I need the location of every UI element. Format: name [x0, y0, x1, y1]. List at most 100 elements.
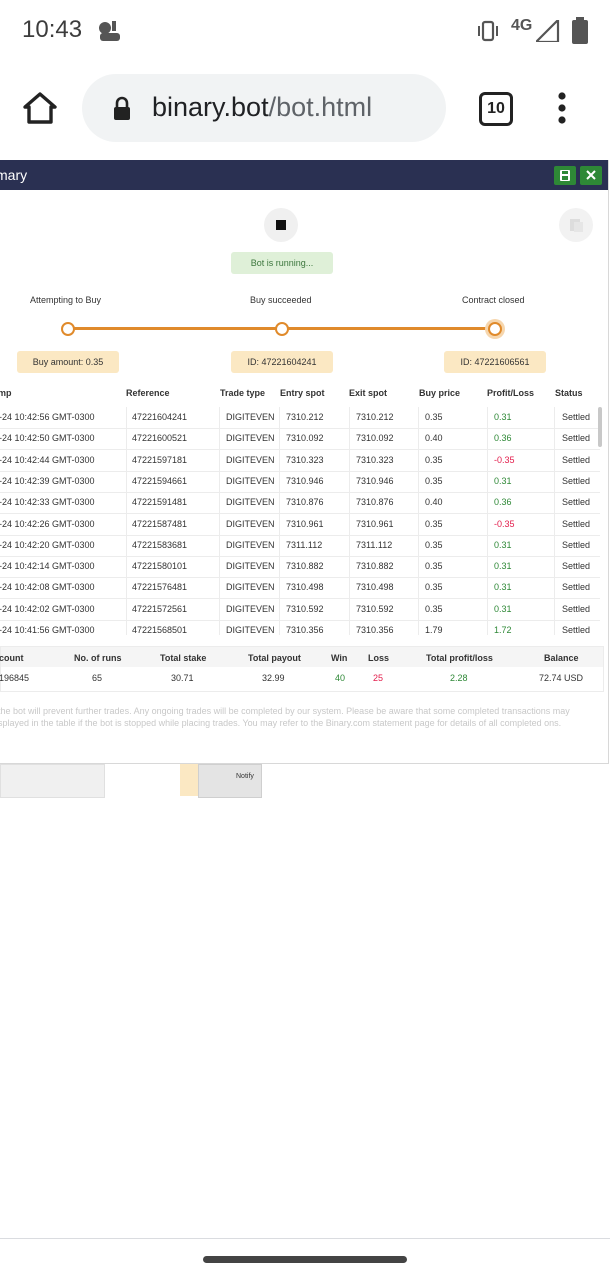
stats-win: 40 — [335, 673, 346, 683]
workspace-block — [0, 764, 105, 798]
cell-trade-type: DIGITEVEN — [226, 539, 275, 550]
cell-time: 5-24 10:42:56 GMT-0300 — [0, 412, 95, 422]
cell-divider — [418, 449, 419, 471]
cell-divider — [554, 407, 555, 428]
network-type: 4G — [511, 17, 533, 34]
cell-trade-type: DIGITEVEN — [226, 454, 275, 465]
nav-divider — [0, 1238, 610, 1239]
cell-divider — [279, 470, 280, 492]
cell-profit-loss: 0.31 — [494, 412, 512, 422]
cell-divider — [487, 577, 488, 599]
url-text[interactable]: binary.bot/bot.html — [152, 92, 372, 123]
vibrate-icon — [478, 20, 498, 42]
cell-divider — [126, 492, 127, 514]
cell-divider — [126, 428, 127, 450]
cell-buy-price: 0.35 — [425, 475, 443, 486]
tabs-icon[interactable]: 10 — [479, 92, 513, 126]
cell-divider — [349, 428, 350, 450]
stats-header: count No. of runs Total stake Total payo… — [0, 647, 603, 667]
cell-time: 5-24 10:42:50 GMT-0300 — [0, 433, 95, 444]
cell-divider — [126, 407, 127, 428]
cell-time: 5-24 10:42:26 GMT-0300 — [0, 518, 95, 529]
gesture-home-bar[interactable] — [203, 1256, 407, 1263]
cell-status: Settled — [562, 561, 591, 572]
cell-divider — [487, 620, 488, 635]
cell-divider — [219, 513, 220, 535]
cell-divider — [554, 428, 555, 450]
stats-row: 196845 65 30.71 32.99 40 25 2.28 72.74 U… — [0, 667, 603, 691]
cell-entry-spot: 7310.882 — [286, 561, 324, 572]
col-reference: Reference — [126, 388, 170, 398]
cell-buy-price: 0.35 — [425, 582, 443, 593]
cell-divider — [126, 598, 127, 620]
home-icon[interactable] — [22, 90, 58, 126]
close-button[interactable] — [580, 166, 602, 185]
cell-time: 5-24 10:41:56 GMT-0300 — [0, 625, 95, 635]
cell-buy-price: 0.35 — [425, 561, 443, 572]
cell-reference: 47221587481 — [132, 518, 188, 529]
more-icon[interactable] — [556, 92, 568, 124]
cell-divider — [487, 513, 488, 535]
cell-buy-price: 0.35 — [425, 539, 443, 550]
cell-trade-type: DIGITEVEN — [226, 518, 275, 529]
cell-divider — [554, 492, 555, 514]
cell-divider — [418, 598, 419, 620]
cell-divider — [279, 449, 280, 471]
cell-exit-spot: 7310.882 — [356, 561, 394, 572]
disclaimer-text: the bot will prevent further trades. Any… — [0, 706, 570, 728]
cell-divider — [279, 620, 280, 635]
cell-entry-spot: 7310.092 — [286, 433, 324, 444]
trades-table-body[interactable]: 5-24 10:42:56 GMT-0300 47221604241 DIGITEV… — [0, 407, 604, 635]
cell-reference: 47221580101 — [132, 561, 188, 572]
scrollbar[interactable] — [598, 407, 602, 447]
cell-divider — [349, 577, 350, 599]
cell-status: Settled — [562, 603, 591, 614]
cell-reference: 47221597181 — [132, 454, 188, 465]
table-row: 5-24 10:42:14 GMT-0300 47221580101 DIGITEV… — [0, 556, 600, 579]
stats-col-loss: Loss — [368, 653, 390, 663]
cell-divider — [126, 513, 127, 535]
cell-time: 5-24 10:42:08 GMT-0300 — [0, 582, 95, 593]
cell-exit-spot: 7310.356 — [356, 625, 394, 635]
cell-entry-spot: 7310.356 — [286, 625, 324, 635]
status-bar: 10:43 4G — [0, 0, 610, 62]
stats-col-total-pl: Total profit/loss — [426, 653, 493, 663]
cell-time: 5-24 10:42:33 GMT-0300 — [0, 497, 95, 508]
clear-stats-icon[interactable] — [559, 208, 593, 242]
cell-divider — [279, 428, 280, 450]
stop-button[interactable] — [264, 208, 298, 242]
cell-status: Settled — [562, 582, 591, 593]
cell-divider — [487, 428, 488, 450]
cell-divider — [349, 556, 350, 578]
cell-divider — [219, 428, 220, 450]
stats-col-balance: Balance — [544, 653, 579, 663]
cell-reference: 47221591481 — [132, 497, 188, 508]
cell-status: Settled — [562, 497, 591, 508]
cell-entry-spot: 7311.112 — [286, 539, 323, 550]
cell-divider — [349, 620, 350, 635]
cell-buy-price: 0.35 — [425, 603, 443, 614]
save-button[interactable] — [554, 166, 576, 185]
cell-trade-type: DIGITEVEN — [226, 412, 275, 422]
lock-icon — [114, 96, 130, 120]
table-row: 5-24 10:42:20 GMT-0300 47221583681 DIGITEV… — [0, 534, 600, 557]
cell-reference: 47221568501 — [132, 625, 188, 635]
cell-buy-price: 0.35 — [425, 412, 443, 422]
cell-divider — [554, 556, 555, 578]
step-dot-closed — [488, 322, 502, 336]
stats-loss: 25 — [373, 673, 384, 683]
notify-block[interactable]: Notify — [236, 773, 254, 780]
cell-exit-spot: 7310.946 — [356, 475, 394, 486]
stats-col-account: count — [0, 653, 24, 663]
col-timestamp: mp — [0, 388, 12, 398]
cell-status: Settled — [562, 454, 591, 465]
cell-buy-price: 0.40 — [425, 497, 443, 508]
cell-buy-price: 0.40 — [425, 433, 443, 444]
cell-entry-spot: 7310.876 — [286, 497, 324, 508]
cell-divider — [219, 556, 220, 578]
cell-divider — [279, 598, 280, 620]
cell-divider — [418, 428, 419, 450]
step-label-buying: Attempting to Buy — [30, 295, 102, 305]
cell-divider — [279, 492, 280, 514]
cell-status: Settled — [562, 475, 591, 486]
